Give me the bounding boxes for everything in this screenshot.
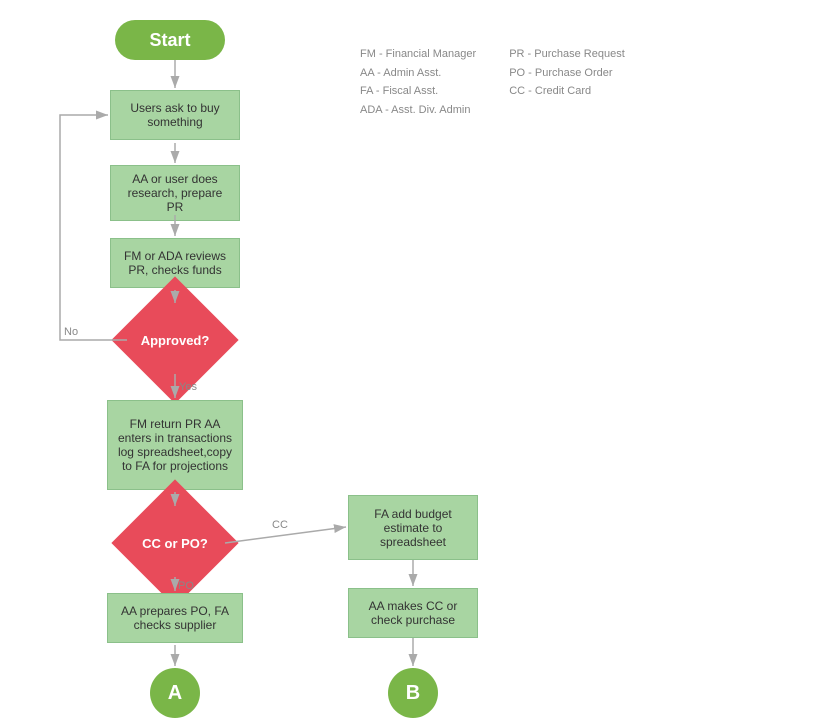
terminal-b: B bbox=[388, 668, 438, 718]
start-node: Start bbox=[115, 20, 225, 60]
no-label: No bbox=[64, 326, 78, 338]
legend-item-ada: ADA - Asst. Div. Admin bbox=[360, 101, 476, 120]
legend-col2: PR - Purchase Request PO - Purchase Orde… bbox=[509, 45, 625, 101]
step4-node: FM return PR AA enters in transactions l… bbox=[107, 400, 243, 490]
flowchart: FM - Financial Manager AA - Admin Asst. … bbox=[0, 0, 815, 725]
step7-node: AA prepares PO, FA checks supplier bbox=[107, 593, 243, 643]
legend-item-fa: FA - Fiscal Asst. bbox=[360, 82, 476, 101]
terminal-a: A bbox=[150, 668, 200, 718]
legend-item-pr: PR - Purchase Request bbox=[509, 45, 625, 64]
legend: FM - Financial Manager AA - Admin Asst. … bbox=[360, 45, 655, 120]
step2-node: AA or user does research, prepare PR bbox=[110, 165, 240, 221]
decision2-node: CC or PO? bbox=[125, 508, 225, 578]
legend-item-cc: CC - Credit Card bbox=[509, 82, 625, 101]
step1-node: Users ask to buy something bbox=[110, 90, 240, 140]
legend-item-aa: AA - Admin Asst. bbox=[360, 64, 476, 83]
step5-node: FA add budget estimate to spreadsheet bbox=[348, 495, 478, 560]
cc-label: CC bbox=[272, 519, 288, 531]
legend-col1: FM - Financial Manager AA - Admin Asst. … bbox=[360, 45, 476, 120]
decision1-node: Approved? bbox=[125, 305, 225, 375]
legend-item-po: PO - Purchase Order bbox=[509, 64, 625, 83]
step6-node: AA makes CC or check purchase bbox=[348, 588, 478, 638]
legend-item-fm: FM - Financial Manager bbox=[360, 45, 476, 64]
